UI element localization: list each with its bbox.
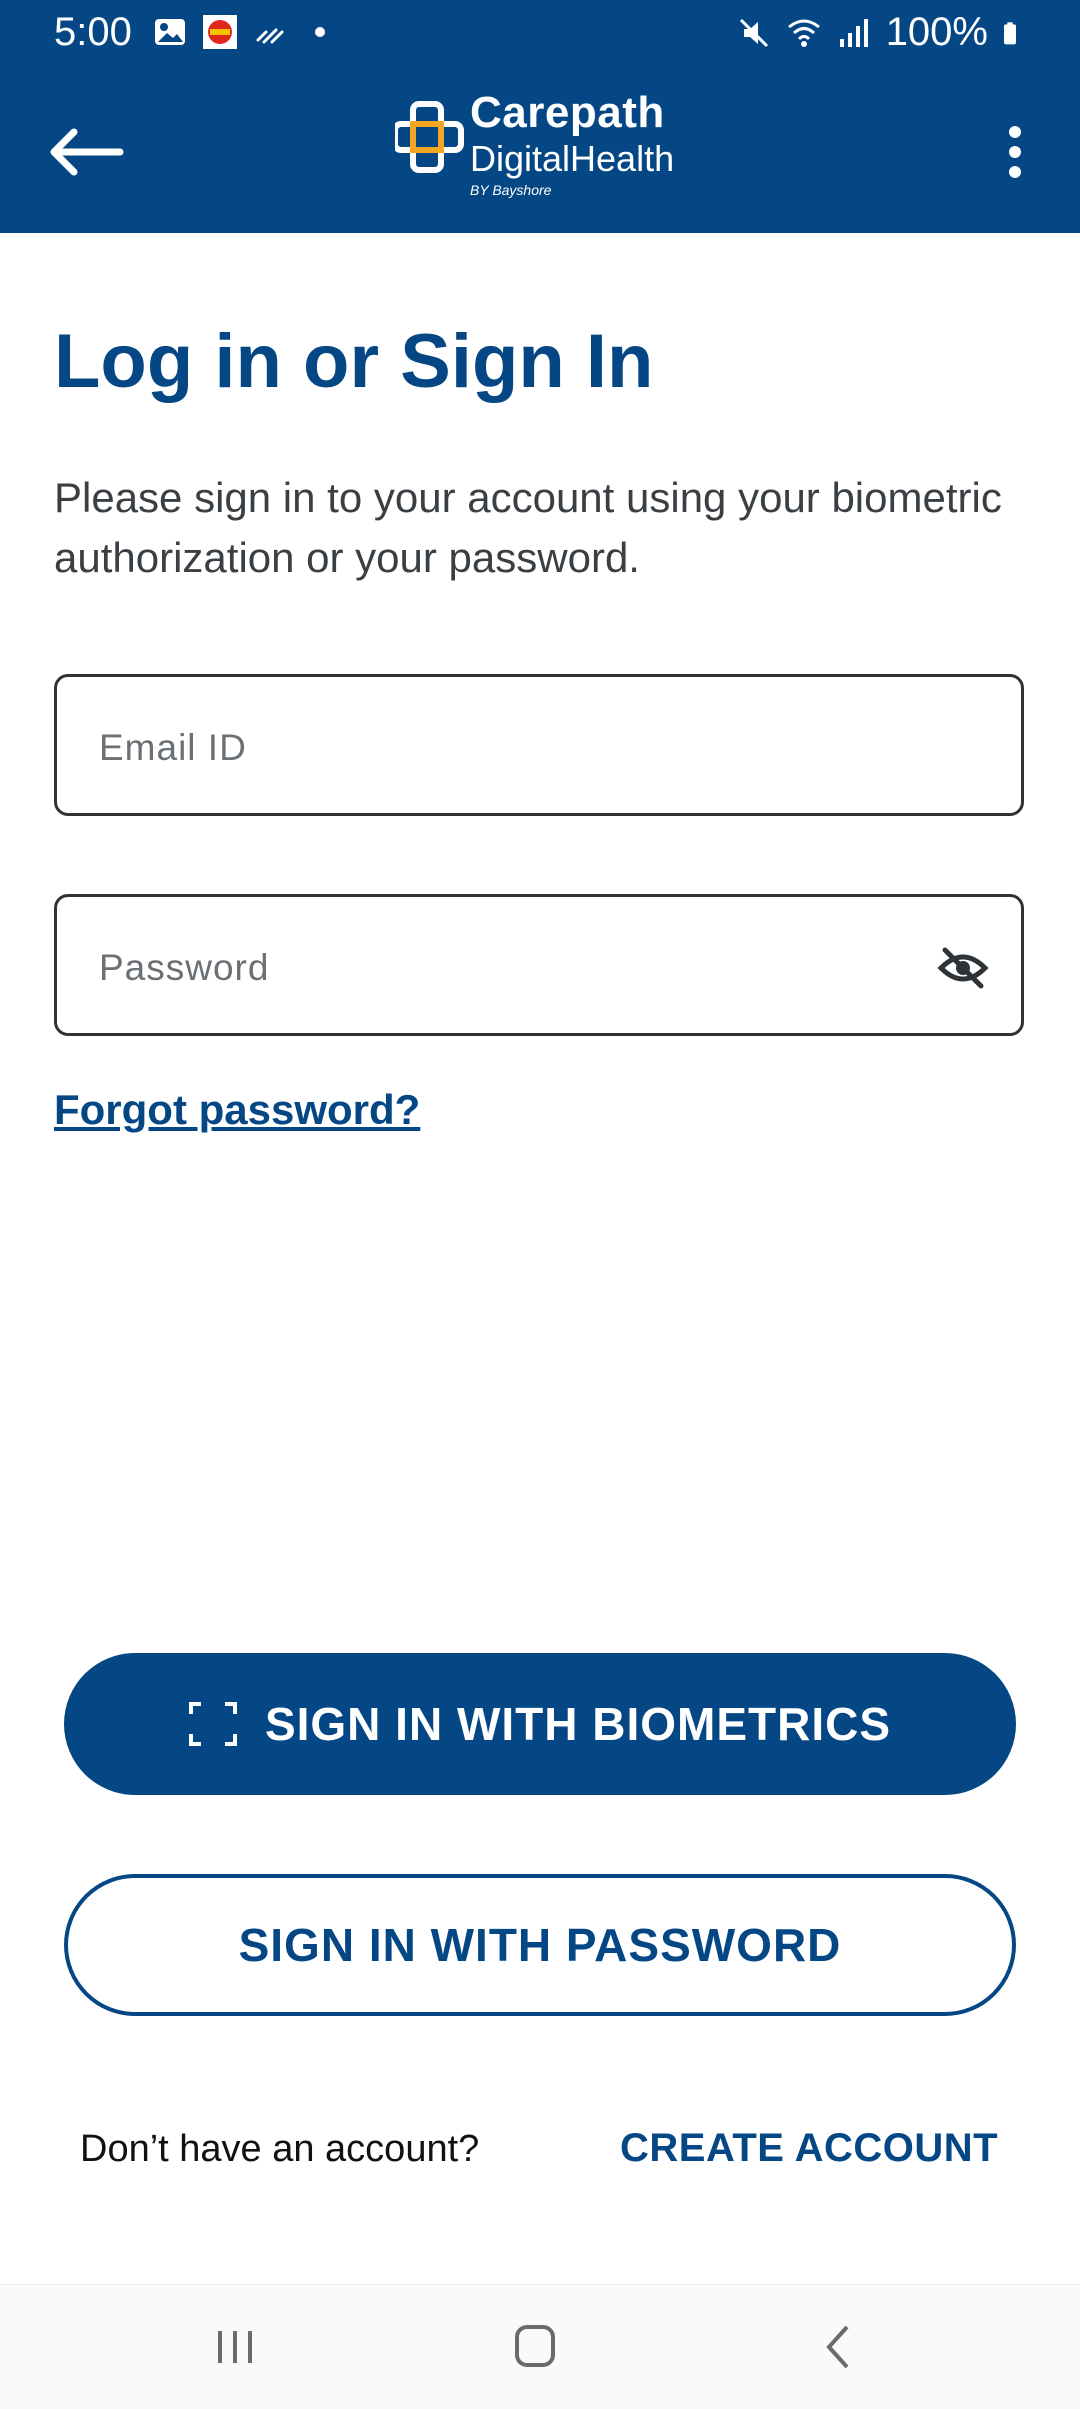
sign-in-biometrics-button[interactable]: SIGN IN WITH BIOMETRICS — [64, 1653, 1016, 1795]
recent-apps-icon[interactable] — [190, 2315, 280, 2379]
status-right: 100% — [736, 10, 1026, 55]
image-icon — [155, 19, 185, 45]
mute-icon — [739, 18, 768, 47]
password-button-label: SIGN IN WITH PASSWORD — [238, 1919, 842, 1971]
cast-icon — [256, 28, 284, 44]
email-input[interactable] — [97, 717, 901, 779]
status-time: 5:00 — [54, 10, 132, 54]
home-icon[interactable] — [490, 2315, 580, 2379]
back-arrow-icon[interactable] — [40, 112, 140, 192]
forgot-password-link[interactable]: Forgot password? — [54, 1086, 420, 1134]
hide-password-icon[interactable] — [937, 942, 989, 994]
biometrics-button-label: SIGN IN WITH BIOMETRICS — [264, 1698, 892, 1750]
email-field[interactable] — [54, 674, 1024, 816]
password-field[interactable] — [54, 894, 1024, 1036]
wifi-icon — [787, 19, 820, 47]
app-header: 5:00 100% Carepath DigitalHealth BY Bays… — [0, 0, 1080, 233]
app-bar: Carepath DigitalHealth BY Bayshore — [0, 80, 1080, 230]
no-account-text: Don’t have an account? — [80, 2128, 480, 2170]
battery-percent: 100% — [885, 10, 988, 54]
back-icon[interactable] — [795, 2315, 885, 2379]
create-account-link[interactable]: CREATE ACCOUNT — [620, 2126, 998, 2171]
battery-icon — [1004, 21, 1016, 44]
more-options-icon[interactable] — [990, 112, 1040, 192]
biometric-scan-icon — [188, 1702, 237, 1746]
status-bar: 5:00 100% — [0, 0, 1080, 70]
sign-in-password-button[interactable]: SIGN IN WITH PASSWORD — [64, 1874, 1016, 2016]
page-title: Log in or Sign In — [54, 319, 654, 404]
logo-by: BY Bayshore — [470, 182, 552, 198]
signal-icon — [839, 18, 868, 47]
logo-title: Carepath — [470, 88, 665, 137]
app-notification-icon — [203, 15, 237, 49]
system-nav-bar — [0, 2284, 1080, 2409]
password-input[interactable] — [97, 937, 901, 999]
cross-logo-icon — [395, 101, 464, 173]
carepath-logo: Carepath DigitalHealth BY Bayshore — [395, 86, 695, 206]
logo-subtitle: DigitalHealth — [470, 138, 675, 179]
status-left-icons — [152, 14, 338, 50]
page-subtitle: Please sign in to your account using you… — [54, 474, 1002, 581]
dot-icon — [315, 27, 325, 37]
